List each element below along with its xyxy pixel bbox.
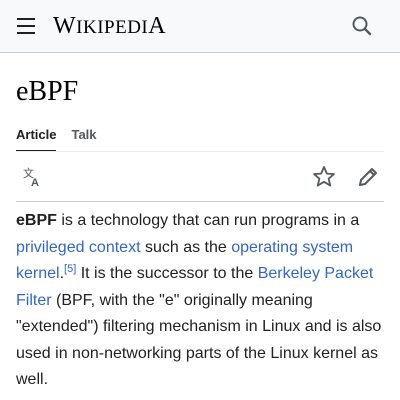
tab-article[interactable]: Article	[16, 124, 57, 152]
menu-bar	[17, 18, 35, 20]
article-text: It is the successor to the	[76, 265, 258, 282]
hamburger-menu-icon[interactable]	[9, 9, 43, 43]
logo-letters: IKIPEDI	[76, 17, 149, 38]
language-icon[interactable]: 文 A	[16, 161, 48, 193]
reference-link[interactable]: [5]	[64, 263, 76, 275]
search-icon[interactable]	[346, 10, 378, 42]
star-icon[interactable]	[308, 161, 340, 193]
top-header: WIKIPEDIA	[0, 0, 400, 53]
page-title: eBPF	[16, 76, 79, 107]
article-text: is a technology that can run programs in…	[56, 212, 360, 229]
pencil-icon[interactable]	[352, 161, 384, 193]
logo-letter: W	[53, 13, 77, 39]
article-text: such as the	[140, 238, 232, 256]
article-paragraph: eBPF is a technology that can run progra…	[16, 208, 384, 394]
tab-talk[interactable]: Talk	[71, 124, 96, 152]
link-privileged-context[interactable]: privileged context	[16, 239, 141, 256]
menu-bar	[17, 32, 35, 34]
logo-letter: A	[148, 13, 167, 39]
page-tabs: Article Talk	[16, 124, 97, 152]
article-text: (BPF, with the "e" originally meaning "e…	[16, 291, 382, 389]
tabs-divider	[16, 151, 384, 152]
bold-term: eBPF	[16, 212, 57, 229]
menu-bar	[17, 25, 35, 27]
svg-text:A: A	[31, 177, 39, 189]
wikipedia-wordmark[interactable]: WIKIPEDIA	[53, 10, 166, 42]
toolbar-divider	[16, 201, 384, 202]
